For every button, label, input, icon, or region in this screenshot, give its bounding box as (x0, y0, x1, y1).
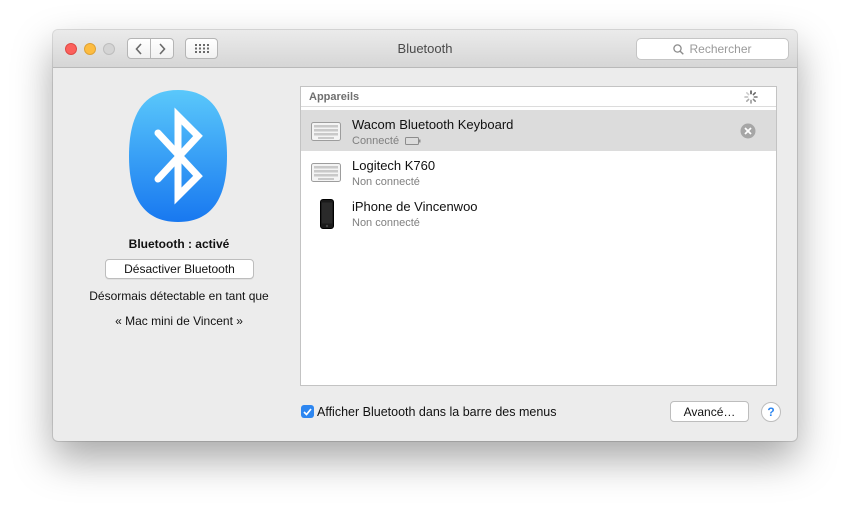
device-row[interactable]: Wacom Bluetooth Keyboard Connecté (301, 110, 776, 151)
bluetooth-logo-icon (129, 90, 227, 222)
device-row[interactable]: Logitech K760 Non connecté (301, 151, 776, 192)
toggle-bluetooth-button[interactable]: Désactiver Bluetooth (105, 259, 254, 279)
keyboard-icon (311, 122, 341, 141)
show-in-menu-bar-label[interactable]: Afficher Bluetooth dans la barre des men… (317, 405, 557, 419)
preferences-window: Bluetooth Rechercher Bluetooth : activé … (53, 30, 797, 441)
magnifier-icon (673, 43, 685, 55)
battery-icon (405, 137, 421, 145)
device-status-text: Non connecté (352, 217, 420, 229)
device-status: Non connecté (352, 217, 420, 229)
iphone-icon (320, 199, 334, 229)
discoverable-text: Désormais détectable en tant que (89, 289, 269, 303)
computer-name: « Mac mini de Vincent » (115, 314, 243, 328)
device-name: iPhone de Vincenwoo (352, 199, 478, 214)
advanced-button[interactable]: Avancé… (670, 401, 749, 422)
device-status-text: Connecté (352, 135, 400, 147)
checkmark-icon (303, 407, 312, 416)
device-status: Non connecté (352, 176, 420, 188)
devices-list[interactable]: Appareils Wacom Bluetooth Keyboard Conne… (300, 86, 777, 386)
devices-header-label: Appareils (309, 91, 360, 103)
searching-spinner-icon (744, 90, 758, 104)
title-bar: Bluetooth Rechercher (53, 30, 797, 68)
remove-device-icon[interactable] (740, 123, 756, 139)
devices-list-header: Appareils (301, 87, 776, 107)
bluetooth-status: Bluetooth : activé (128, 237, 230, 251)
device-status: Connecté (352, 135, 421, 147)
search-field[interactable]: Rechercher (636, 38, 789, 60)
device-row[interactable]: iPhone de Vincenwoo Non connecté (301, 192, 776, 233)
help-button[interactable]: ? (761, 402, 781, 422)
device-name: Logitech K760 (352, 158, 436, 173)
device-name: Wacom Bluetooth Keyboard (352, 117, 514, 132)
keyboard-icon (311, 163, 341, 182)
show-in-menu-bar-checkbox[interactable] (301, 405, 314, 418)
device-status-text: Non connecté (352, 176, 420, 188)
search-placeholder: Rechercher (689, 42, 752, 56)
